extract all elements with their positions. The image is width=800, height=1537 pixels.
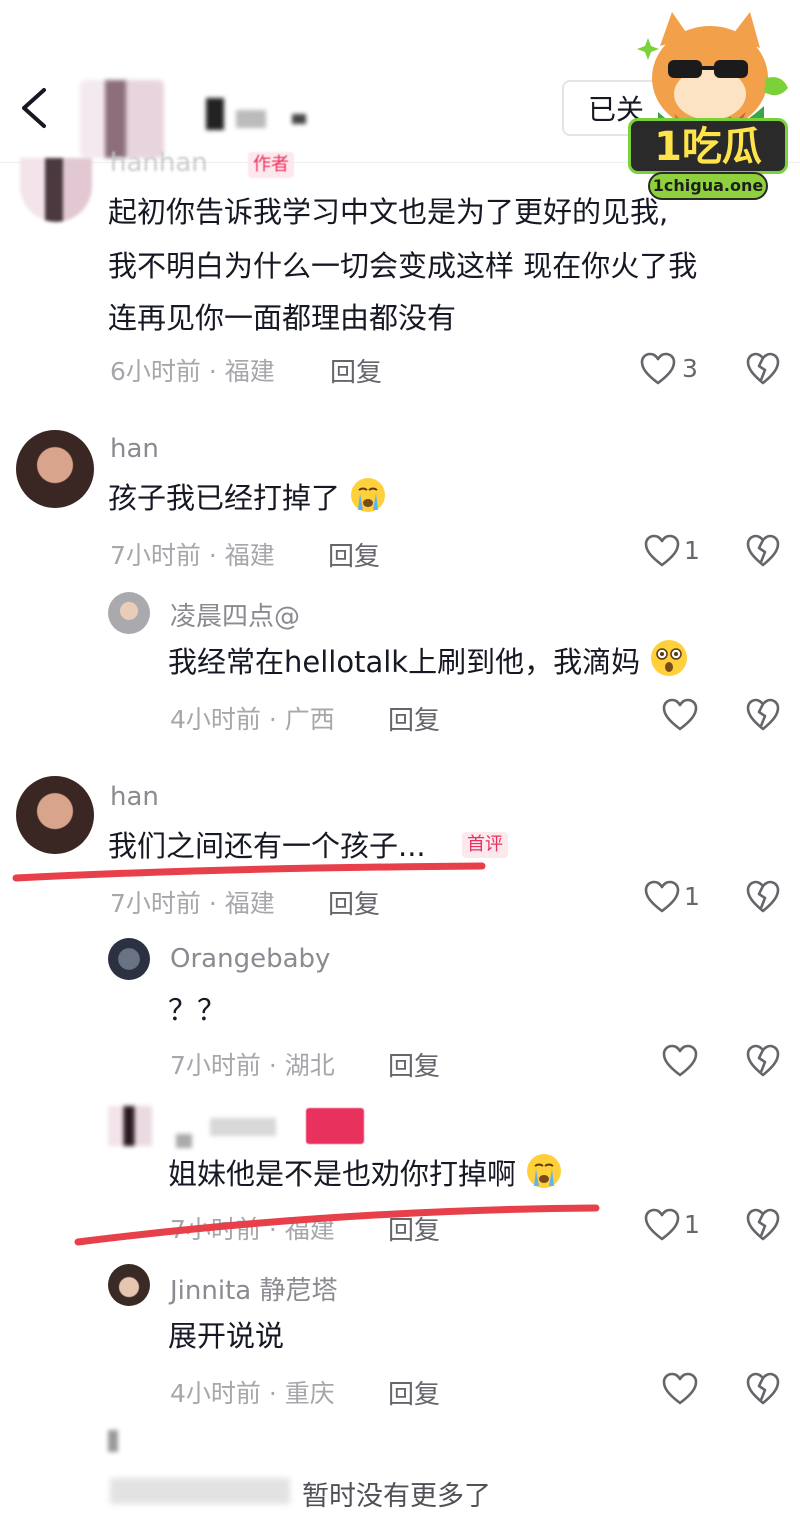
broken-heart-icon[interactable]: [746, 352, 780, 386]
watermark-title: 1吃瓜: [628, 118, 788, 174]
astonished-face-icon: [651, 640, 688, 676]
reply-username-redacted-2: [210, 1118, 276, 1136]
red-underline: [74, 1204, 600, 1246]
comment-meta: 6小时前 · 福建: [110, 357, 275, 386]
profile-name-redacted: [206, 98, 224, 130]
reply-meta: 7小时前 · 湖北: [170, 1051, 335, 1080]
reply-text-content: 我经常在hellotalk上刷到他，我滴妈: [168, 645, 641, 679]
comment-avatar[interactable]: [16, 430, 94, 508]
reply-meta: 4小时前 · 重庆: [170, 1379, 335, 1408]
no-more-text: 暂时没有更多了: [302, 1481, 491, 1512]
footer-redacted-text: [110, 1478, 290, 1504]
heart-icon[interactable]: [662, 698, 698, 732]
comment-text-line: 我不明白为什么一切会变成这样 现在你火了我: [108, 249, 698, 283]
comment-avatar[interactable]: [16, 776, 94, 854]
reply-avatar[interactable]: [108, 1264, 150, 1306]
reply-button[interactable]: 回复: [328, 884, 380, 921]
like-count: 1: [684, 882, 700, 911]
crying-face-icon: [527, 1154, 562, 1188]
reply-avatar[interactable]: [108, 1106, 152, 1146]
red-underline: [12, 862, 486, 882]
profile-avatar[interactable]: [80, 80, 164, 158]
profile-name-redacted-3: [292, 114, 306, 124]
comment-text: 孩子我已经打掉了: [108, 472, 387, 524]
profile-name-redacted-2: [236, 110, 266, 128]
reply-username[interactable]: Jinnita 静苨塔: [170, 1270, 337, 1307]
reply-button[interactable]: 回复: [328, 536, 380, 573]
footer-redacted-mark: [108, 1430, 118, 1452]
reply-meta: 4小时前 · 广西: [170, 705, 335, 734]
broken-heart-icon[interactable]: [746, 534, 780, 568]
like-count: 1: [684, 1210, 700, 1239]
like-count: 3: [682, 354, 698, 383]
reply-avatar[interactable]: [108, 592, 150, 634]
broken-heart-icon[interactable]: [746, 1208, 780, 1242]
heart-icon[interactable]: [644, 534, 680, 568]
broken-heart-icon[interactable]: [746, 880, 780, 914]
heart-icon[interactable]: [662, 1372, 698, 1406]
reply-username-redacted: [176, 1134, 192, 1148]
comment-meta: 7小时前 · 福建: [110, 541, 275, 570]
heart-icon[interactable]: [644, 880, 680, 914]
reply-username[interactable]: Orangebaby: [170, 944, 330, 974]
reply-text: ？？: [168, 993, 227, 1027]
heart-icon[interactable]: [644, 1208, 680, 1242]
back-icon[interactable]: [14, 84, 56, 132]
comment-username[interactable]: han: [110, 782, 159, 812]
reply-button[interactable]: 回复: [388, 1046, 440, 1083]
crying-face-icon: [351, 478, 386, 512]
like-count: 1: [684, 536, 700, 565]
reply-text: 展开说说: [168, 1319, 285, 1353]
broken-heart-icon[interactable]: [746, 1044, 780, 1078]
reply-text: 姐妹他是不是也劝你打掉啊: [168, 1148, 563, 1200]
reply-text: 我经常在hellotalk上刷到他，我滴妈: [168, 636, 689, 688]
comment-text-content: 孩子我已经打掉了: [108, 481, 341, 515]
heart-icon[interactable]: [640, 352, 676, 386]
first-comment-badge: 首评: [462, 832, 508, 858]
heart-icon[interactable]: [662, 1044, 698, 1078]
reply-badge-redacted: [306, 1108, 364, 1144]
reply-button[interactable]: 回复: [388, 1374, 440, 1411]
reply-username[interactable]: 凌晨四点@: [170, 596, 300, 633]
reply-button[interactable]: 回复: [330, 352, 382, 389]
comment-meta: 7小时前 · 福建: [110, 889, 275, 918]
broken-heart-icon[interactable]: [746, 1372, 780, 1406]
comment-text-line: 起初你告诉我学习中文也是为了更好的见我,: [108, 195, 669, 229]
reply-button[interactable]: 回复: [388, 700, 440, 737]
comment-username[interactable]: hanhan: [110, 148, 208, 178]
reply-avatar[interactable]: [108, 938, 150, 980]
reply-text-content: 姐妹他是不是也劝你打掉啊: [168, 1157, 517, 1191]
comment-avatar[interactable]: [20, 158, 92, 222]
author-badge: 作者: [248, 152, 294, 178]
comment-text-line: 连再见你一面都理由都没有: [108, 301, 457, 335]
comment-username[interactable]: han: [110, 434, 159, 464]
broken-heart-icon[interactable]: [746, 698, 780, 732]
